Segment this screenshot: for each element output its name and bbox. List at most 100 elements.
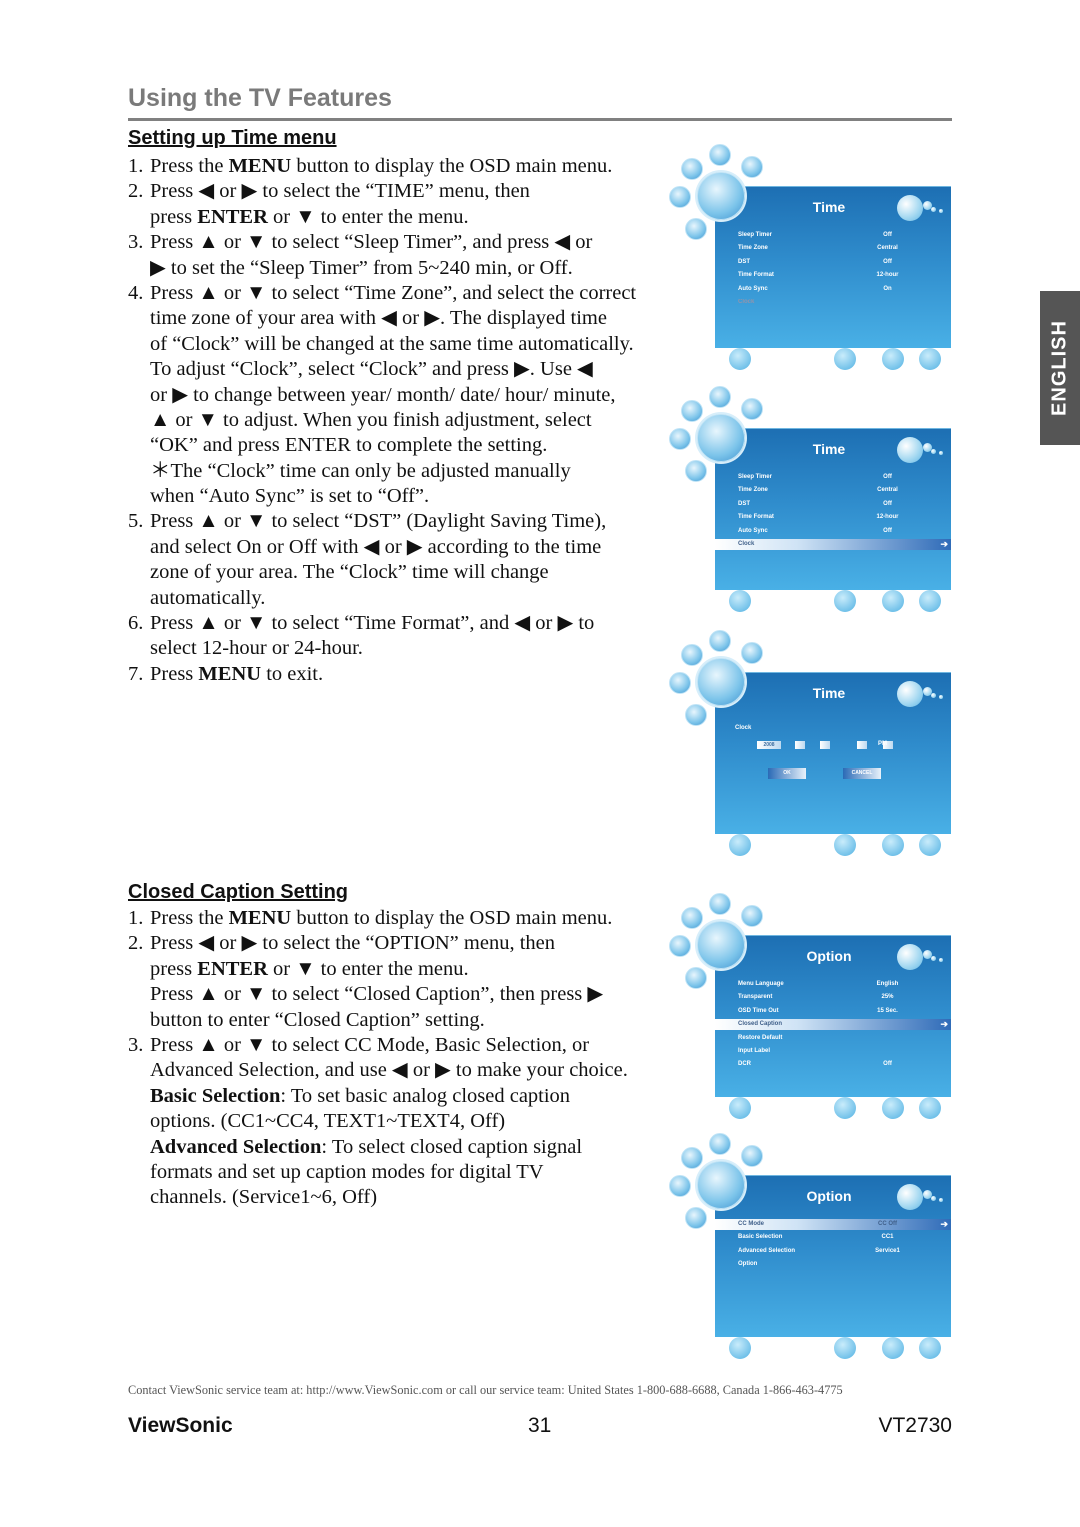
osd-row-value: Central — [877, 487, 898, 494]
osd-menu-row: CC Mode CC Off ➔ — [715, 1219, 951, 1230]
bubble-decoration — [897, 944, 923, 970]
osd-row-value: 15 Sec. — [877, 1007, 898, 1014]
ok-button: OK — [768, 768, 806, 779]
tools-icon — [681, 400, 703, 422]
text-line: button to enter “Closed Caption” setting… — [128, 1008, 658, 1033]
bubble-decoration — [939, 958, 943, 962]
osd-row-value: CC Off — [878, 1221, 897, 1227]
exit-button-icon — [834, 1097, 856, 1119]
language-tab-label: ENGLISH — [1048, 320, 1071, 416]
text-segment: zone of your area. The “Clock” time will… — [150, 561, 549, 584]
section-heading-closed-caption: Closed Caption Setting — [128, 881, 348, 903]
osd-row-value: Off — [883, 232, 892, 238]
tv-icon — [709, 630, 731, 652]
title-divider — [128, 118, 952, 121]
osd-menu-row: Option — [715, 1259, 951, 1270]
osd-screenshot-option-1: Option Menu Language English Transparent 25%… — [665, 889, 955, 1119]
text-segment: Advanced Selection, and use ◀ or ▶ to ma… — [150, 1059, 628, 1082]
main-selected-icon — [697, 172, 745, 220]
text-segment: Press — [150, 662, 199, 685]
arrow-right-icon: ➔ — [940, 539, 948, 549]
bubble-decoration — [939, 451, 943, 455]
osd-row-label: Input Label — [738, 1048, 770, 1054]
arrow-right-icon: ➔ — [940, 1019, 948, 1030]
osd-row-label: Closed Caption — [738, 1021, 783, 1028]
navigation-arrows-icon — [919, 834, 941, 856]
text-segment: or ▼ to enter the menu. — [267, 205, 469, 228]
osd-menu-row: Sleep Timer Off — [715, 472, 951, 483]
lock-icon — [669, 186, 691, 208]
osd-row-value: 12-hour — [876, 514, 899, 521]
model-number: VT2730 — [878, 1414, 952, 1437]
section-heading-time: Setting up Time menu — [128, 127, 337, 149]
text-line: and select On or Off with ◀ or ▶ accordi… — [128, 535, 658, 560]
music-icon — [741, 905, 763, 927]
lock-icon — [669, 672, 691, 694]
bold-text: Advanced Selection — [150, 1135, 322, 1158]
osd-row-label: Time Format — [738, 272, 774, 279]
enter-button-icon — [882, 590, 904, 612]
osd-menu-row: Time Format 12-hour — [715, 512, 951, 523]
enter-button-icon — [882, 834, 904, 856]
menu-button-icon — [729, 590, 751, 612]
text-line: 7. Press MENU to exit. — [128, 662, 658, 687]
text-line: of “Clock” will be changed at the same t… — [128, 332, 658, 357]
step-number: 5. — [128, 510, 144, 533]
bubble-decoration — [939, 695, 943, 699]
osd-menu-row: Advanced Selection Service1 — [715, 1246, 951, 1257]
osd-screenshot-time-2: Time Sleep Timer Off Time Zone Central DST Off… — [665, 382, 955, 612]
text-segment: Press ▲ or ▼ to select “Sleep Timer”, an… — [150, 231, 593, 254]
time-instructions: 1. Press the MENU button to display the O… — [128, 154, 658, 687]
text-segment: Press ▲ or ▼ to select “Closed Caption”,… — [150, 983, 604, 1006]
text-line: 2. Press ◀ or ▶ to select the “TIME” menu… — [128, 179, 658, 204]
manual-page: Using the TV Features Setting up Time me… — [0, 0, 1080, 1527]
text-segment: Press ▲ or ▼ to select “DST” (Daylight S… — [150, 510, 607, 533]
tools-icon — [681, 644, 703, 666]
osd-row-value: Off — [883, 527, 892, 534]
step-number: 7. — [128, 662, 144, 685]
page-number: 31 — [528, 1414, 552, 1437]
osd-row-label: DST — [738, 500, 750, 507]
osd-menu-row: Time Zone Central — [715, 243, 951, 254]
text-segment: channels. (Service1~6, Off) — [150, 1186, 378, 1209]
text-line: To adjust “Clock”, select “Clock” and pr… — [128, 357, 658, 382]
music-icon — [741, 398, 763, 420]
osd-row-value: English — [876, 981, 899, 987]
clock-field — [857, 741, 867, 749]
osd-row-label: Transparent — [738, 994, 773, 1001]
osd-row-value: 25% — [881, 994, 894, 1001]
text-line: ▶ to set the “Sleep Timer” from 5~240 mi… — [128, 256, 658, 281]
main-selected-icon — [697, 658, 745, 706]
bubble-decoration — [897, 1184, 923, 1210]
text-segment: button to display the OSD main menu. — [291, 907, 613, 929]
text-segment: button to enter “Closed Caption” setting… — [150, 1008, 485, 1031]
bubble-decoration — [931, 207, 936, 212]
bubble-decoration — [897, 437, 923, 463]
bubble-decoration — [931, 956, 936, 961]
osd-row-label: DST — [738, 258, 750, 265]
osd-menu-row: Sleep Timer Off — [715, 230, 951, 241]
text-segment: Press ◀ or ▶ to select the “OPTION” menu… — [150, 932, 555, 955]
text-segment: button to display the OSD main menu. — [291, 155, 613, 177]
osd-panel: Option Menu Language English Transparent 25%… — [715, 935, 951, 1097]
osd-row-label: Time Zone — [738, 487, 768, 494]
osd-row-label: DCR — [738, 1061, 751, 1068]
osd-screenshot-time-1: Time Sleep Timer Off Time Zone Central DST Off… — [665, 140, 955, 370]
osd-row-label: Advanced Selection — [738, 1247, 796, 1254]
step-number: 4. — [128, 281, 144, 304]
menu-button-icon — [729, 1097, 751, 1119]
text-line: Press ▲ or ▼ to select “Closed Caption”,… — [128, 982, 658, 1007]
text-line: 1. Press the MENU button to display the O… — [128, 906, 658, 931]
step-number: 2. — [128, 180, 144, 203]
brand-name: ViewSonic — [128, 1414, 233, 1437]
step-number: 3. — [128, 231, 144, 254]
tv-icon — [709, 144, 731, 166]
bubble-decoration — [931, 693, 936, 698]
step-number: 2. — [128, 932, 144, 955]
enter-button-icon — [882, 1337, 904, 1359]
step-number: 1. — [128, 907, 144, 929]
text-segment: Press ▲ or ▼ to select “Time Zone”, and … — [150, 281, 637, 304]
text-segment: time zone of your area with ◀ or ▶. The … — [150, 307, 607, 330]
clock-field — [795, 741, 805, 749]
bold-text: MENU — [228, 155, 292, 177]
